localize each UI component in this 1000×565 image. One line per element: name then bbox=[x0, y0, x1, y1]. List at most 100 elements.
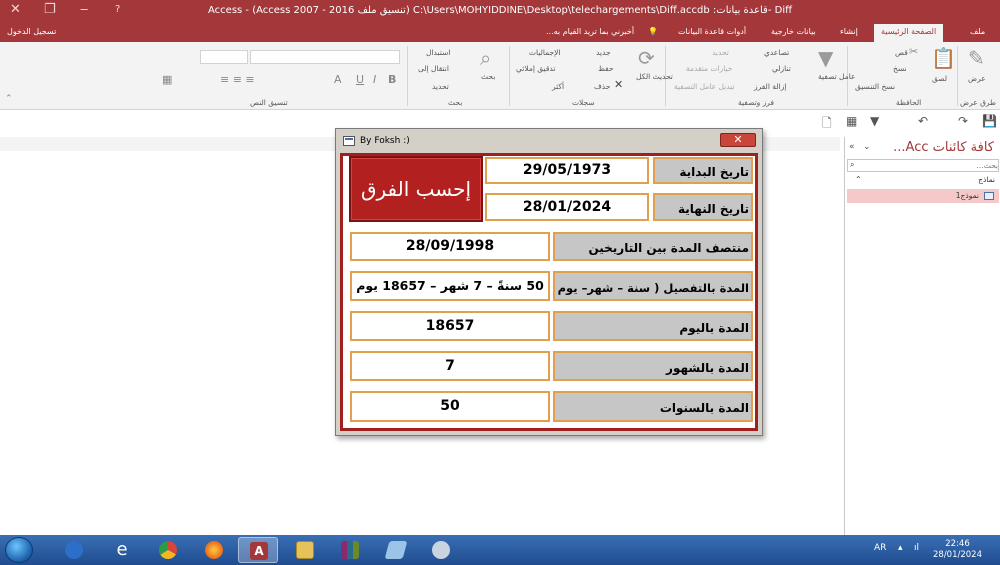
more-button[interactable]: أكثر bbox=[552, 82, 564, 91]
tab-external-data[interactable]: بيانات خارجية bbox=[771, 27, 816, 36]
taskbar-media-player[interactable] bbox=[54, 537, 94, 563]
form-window: By Foksh :) ✕ إحسب الفرق 29/05/1973 تاري… bbox=[335, 128, 763, 436]
clock-time: 22:46 bbox=[945, 539, 970, 549]
gridlines-icon[interactable]: ▦ bbox=[162, 73, 172, 86]
paste-button[interactable]: لصق bbox=[932, 74, 947, 83]
taskbar-access[interactable]: A bbox=[238, 537, 278, 563]
chevron-up-icon[interactable]: ▴ bbox=[898, 543, 903, 553]
nav-pane-title[interactable]: كافة كائنات Acc... bbox=[893, 140, 994, 155]
paste-icon[interactable]: 📋 bbox=[931, 46, 956, 70]
group-views: طرق عرض bbox=[960, 98, 996, 107]
filter-qat-icon[interactable]: ▼ bbox=[870, 114, 879, 128]
taskbar-winrar[interactable] bbox=[330, 537, 370, 563]
form-close-button[interactable]: ✕ bbox=[720, 133, 756, 147]
replace-button[interactable]: استبدال bbox=[426, 48, 450, 57]
document-icon[interactable]: 🗋 bbox=[822, 114, 832, 135]
chevron-down-icon[interactable]: ⌄ bbox=[863, 142, 871, 152]
midpoint-date-field[interactable]: 28/09/1998 bbox=[350, 232, 550, 261]
search-icon[interactable]: ⌕ bbox=[480, 46, 491, 70]
refresh-icon[interactable]: ⟳ bbox=[638, 46, 655, 70]
start-date-field[interactable]: 29/05/1973 bbox=[485, 157, 649, 184]
copy-button[interactable]: نسخ bbox=[893, 64, 907, 73]
format-painter-button[interactable]: نسخ التنسيق bbox=[855, 82, 895, 91]
nav-search-input[interactable] bbox=[862, 160, 998, 171]
goto-button[interactable]: انتقال إلى bbox=[418, 64, 449, 73]
taskbar: e A AR ▴ ıl 22:46 28/01/2024 bbox=[0, 535, 1000, 565]
divider bbox=[407, 46, 408, 106]
clock-date: 28/01/2024 bbox=[933, 550, 982, 560]
window-title: Access - (Access 2007 - 2016 تنسيق ملف) … bbox=[208, 5, 792, 16]
group-clipboard: الحافظة bbox=[896, 98, 922, 107]
navigation-pane: « ⌄ كافة كائنات Acc... ⌕ ⌃ نماذج نموذج1 bbox=[844, 137, 1000, 535]
access-icon: A bbox=[250, 542, 268, 560]
toggle-filter-button[interactable]: تبديل عامل التصفية bbox=[674, 82, 735, 91]
clock[interactable]: 22:46 28/01/2024 bbox=[933, 539, 982, 561]
table-icon[interactable]: ▦ bbox=[846, 114, 857, 128]
align-icons[interactable]: ≡ ≡ ≡ bbox=[220, 73, 255, 86]
sort-ascending-button[interactable]: تصاعدي bbox=[764, 48, 789, 57]
redo-icon[interactable]: ↷ bbox=[958, 114, 968, 128]
remove-sort-button[interactable]: إزالة الفرز bbox=[754, 82, 786, 91]
font-name-box[interactable] bbox=[250, 50, 400, 64]
tab-create[interactable]: إنشاء bbox=[840, 27, 858, 36]
taskbar-file-explorer[interactable] bbox=[285, 537, 325, 563]
tab-home[interactable]: الصفحة الرئيسية bbox=[874, 24, 944, 42]
taskbar-app-6[interactable] bbox=[376, 537, 416, 563]
tab-file[interactable]: ملف bbox=[970, 27, 985, 36]
duration-years-field[interactable]: 50 bbox=[350, 391, 550, 422]
refresh-all-button[interactable]: تحديث الكل bbox=[636, 72, 673, 81]
bold-button[interactable]: B bbox=[388, 73, 396, 86]
totals-button[interactable]: الإجماليات bbox=[529, 48, 561, 57]
title-bar: ✕ ❐ ‒ ? Access - (Access 2007 - 2016 تنس… bbox=[0, 0, 1000, 24]
taskbar-app-7[interactable] bbox=[421, 537, 461, 563]
filter-button[interactable]: عامل تصفية bbox=[818, 72, 856, 81]
spelling-button[interactable]: تدقيق إملائي bbox=[516, 64, 555, 73]
new-record-button[interactable]: جديد bbox=[596, 48, 611, 57]
nav-category-forms[interactable]: ⌃ نماذج bbox=[847, 175, 999, 187]
signal-icon[interactable]: ıl bbox=[914, 543, 919, 553]
selection-button[interactable]: تحديد bbox=[712, 48, 729, 57]
sort-descending-button[interactable]: تنازلي bbox=[772, 64, 791, 73]
collapse-ribbon-icon[interactable]: ⌃ bbox=[5, 94, 13, 104]
signin-link[interactable]: تسجيل الدخول bbox=[7, 27, 56, 36]
italic-button[interactable]: I bbox=[373, 73, 376, 86]
find-button[interactable]: بحث bbox=[481, 72, 495, 81]
undo-icon[interactable]: ↶ bbox=[918, 114, 928, 128]
duration-days-field[interactable]: 18657 bbox=[350, 311, 550, 341]
collapse-nav-icon[interactable]: « bbox=[849, 142, 855, 152]
filter-icon[interactable]: ▼ bbox=[818, 46, 833, 70]
select-button[interactable]: تحديد bbox=[432, 82, 449, 91]
view-button[interactable]: عرض bbox=[968, 74, 986, 83]
calculate-difference-button[interactable]: إحسب الفرق bbox=[349, 156, 483, 222]
duration-months-field[interactable]: 7 bbox=[350, 351, 550, 381]
cut-button[interactable]: قص bbox=[895, 48, 908, 57]
delete-record-button[interactable]: حذف bbox=[594, 82, 610, 91]
taskbar-chrome[interactable] bbox=[148, 537, 188, 563]
ribbon: ✎ عرض طرق عرض 📋 لصق ✂ قص نسخ نسخ التنسيق… bbox=[0, 42, 1000, 110]
view-icon[interactable]: ✎ bbox=[968, 46, 985, 70]
group-text-formatting: تنسيق النص bbox=[250, 98, 288, 107]
language-indicator[interactable]: AR bbox=[874, 543, 886, 553]
search-icon: ⌕ bbox=[850, 160, 855, 169]
nav-item-form1[interactable]: نموذج1 bbox=[847, 189, 999, 203]
detailed-duration-field[interactable]: 50 سنةً – 7 شهر – 18657 يوم bbox=[350, 271, 550, 301]
tab-database-tools[interactable]: أدوات قاعدة البيانات bbox=[678, 27, 746, 36]
duration-days-label: المدة باليوم bbox=[553, 311, 753, 341]
tell-me-box[interactable]: أخبرني بما تريد القيام به... bbox=[546, 27, 634, 36]
winrar-icon bbox=[341, 541, 359, 559]
save-record-button[interactable]: حفظ bbox=[598, 64, 614, 73]
detailed-duration-label: المدة بالتفصيل ( سنة – شهر– يوم ) bbox=[553, 271, 753, 301]
duration-months-label: المدة بالشهور bbox=[553, 351, 753, 381]
paint-icon bbox=[432, 541, 450, 559]
start-button[interactable] bbox=[5, 537, 33, 563]
underline-button[interactable]: U bbox=[356, 73, 364, 86]
save-icon[interactable]: 💾 bbox=[982, 114, 997, 128]
taskbar-internet-explorer[interactable]: e bbox=[102, 537, 142, 563]
divider bbox=[509, 46, 510, 106]
font-color-button[interactable]: A bbox=[334, 73, 342, 86]
end-date-field[interactable]: 28/01/2024 bbox=[485, 193, 649, 221]
advanced-filter-button[interactable]: خيارات متقدمة bbox=[686, 64, 732, 73]
chevron-up-icon: ⌃ bbox=[855, 175, 862, 184]
taskbar-firefox[interactable] bbox=[194, 537, 234, 563]
font-size-box[interactable] bbox=[200, 50, 248, 64]
